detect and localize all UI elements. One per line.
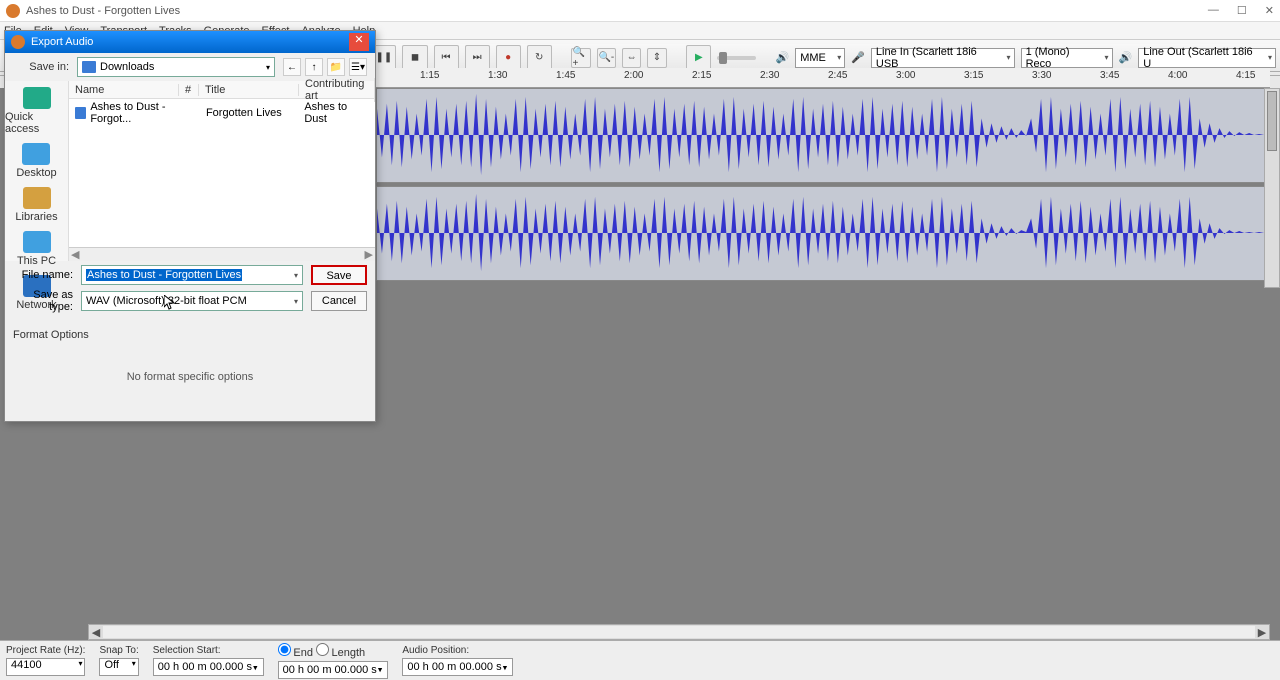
close-button[interactable]: ✕ (1265, 4, 1274, 17)
waveform-area[interactable] (376, 88, 1270, 288)
stop-button[interactable]: ◼ (402, 45, 427, 71)
filename-input[interactable]: Ashes to Dust - Forgotten Lives (81, 265, 303, 285)
dialog-app-icon (11, 35, 25, 49)
app-icon (6, 4, 20, 18)
cancel-button[interactable]: Cancel (311, 291, 367, 311)
col-name[interactable]: Name (69, 84, 179, 96)
dialog-close-button[interactable]: ✕ (349, 33, 369, 51)
minimize-button[interactable]: — (1208, 4, 1219, 17)
scroll-right-arrow[interactable]: ▶ (1255, 626, 1269, 639)
place-libraries[interactable]: Libraries (15, 187, 57, 223)
skip-end-button[interactable]: ⏭ (465, 45, 490, 71)
audio-host-icon: 🔊 (776, 51, 790, 64)
window-titlebar: Ashes to Dust - Forgotten Lives — ☐ ✕ (0, 0, 1280, 22)
selection-start-label: Selection Start: (153, 645, 264, 656)
back-button[interactable]: ← (283, 58, 301, 76)
project-rate-label: Project Rate (Hz): (6, 645, 85, 656)
horizontal-scrollbar[interactable]: ◀ ▶ (88, 624, 1270, 640)
save-in-dropdown[interactable]: Downloads ▾ (77, 57, 275, 77)
length-radio[interactable] (316, 643, 329, 656)
up-button[interactable]: ↑ (305, 58, 323, 76)
fit-proj-button[interactable]: ⇕ (647, 48, 666, 68)
folder-icon (82, 61, 96, 73)
vertical-scrollbar[interactable] (1264, 88, 1280, 288)
save-type-label: Save as type: (13, 289, 73, 313)
project-rate-select[interactable]: 44100 (6, 658, 85, 676)
zoom-in-button[interactable]: 🔍+ (571, 48, 590, 68)
format-options-message: No format specific options (13, 371, 367, 383)
places-sidebar: Quick access Desktop Libraries This PC N… (5, 81, 69, 261)
scroll-left-arrow[interactable]: ◀ (89, 626, 103, 639)
save-in-label: Save in: (13, 61, 69, 73)
col-title[interactable]: Title (199, 84, 299, 96)
rec-dev-icon: 🎤 (851, 51, 865, 64)
place-desktop[interactable]: Desktop (16, 143, 56, 179)
file-list-header[interactable]: Name # Title Contributing art (69, 81, 375, 99)
col-num[interactable]: # (179, 84, 199, 96)
fit-sel-button[interactable]: ⇔ (622, 48, 641, 68)
place-quick-access[interactable]: Quick access (5, 87, 68, 135)
speed-slider[interactable] (717, 56, 755, 60)
loop-button[interactable]: ↻ (527, 45, 552, 71)
zoom-out-button[interactable]: 🔍- (597, 48, 616, 68)
save-button[interactable]: Save (311, 265, 367, 285)
file-list-hscroll[interactable]: ◀▶ (69, 247, 375, 261)
waveform-left[interactable] (376, 88, 1270, 183)
play-dev-icon: 🔊 (1119, 51, 1133, 64)
export-audio-dialog: Export Audio ✕ Save in: Downloads ▾ ← ↑ … (4, 30, 376, 422)
play-device-dropdown[interactable]: Line Out (Scarlett 18i6 U (1138, 48, 1276, 68)
audio-position-label: Audio Position: (402, 645, 513, 656)
place-this-pc[interactable]: This PC (17, 231, 56, 267)
skip-start-button[interactable]: ⏮ (434, 45, 459, 71)
filename-label: File name: (13, 269, 73, 281)
dialog-title: Export Audio (31, 36, 349, 48)
dialog-titlebar[interactable]: Export Audio ✕ (5, 31, 375, 53)
record-channels-dropdown[interactable]: 1 (Mono) Reco (1021, 48, 1113, 68)
end-radio[interactable] (278, 643, 291, 656)
selection-end-field[interactable]: 00 h 00 m 00.000 s▾ (278, 661, 389, 679)
play-button[interactable]: ▶ (686, 45, 711, 71)
waveform-right[interactable] (376, 186, 1270, 281)
file-icon (75, 107, 86, 119)
file-list[interactable]: Name # Title Contributing art Ashes to D… (69, 81, 375, 261)
view-menu-button[interactable]: ☰▾ (349, 58, 367, 76)
snap-to-select[interactable]: Off (99, 658, 138, 676)
status-bar: Project Rate (Hz): 44100 Snap To: Off Se… (0, 640, 1280, 680)
new-folder-button[interactable]: 📁 (327, 58, 345, 76)
record-device-dropdown[interactable]: Line In (Scarlett 18i6 USB (871, 48, 1015, 68)
save-type-dropdown[interactable]: WAV (Microsoft) 32-bit float PCM (81, 291, 303, 311)
audio-host-dropdown[interactable]: MME (795, 48, 845, 68)
timeline-ruler[interactable]: 1:15 1:30 1:45 2:00 2:15 2:30 2:45 3:00 … (376, 68, 1270, 88)
audio-position-field[interactable]: 00 h 00 m 00.000 s▾ (402, 658, 513, 676)
format-options-header: Format Options (13, 329, 367, 341)
maximize-button[interactable]: ☐ (1237, 4, 1247, 17)
col-artist[interactable]: Contributing art (299, 78, 375, 102)
record-button[interactable]: ● (496, 45, 521, 71)
selection-start-field[interactable]: 00 h 00 m 00.000 s▾ (153, 658, 264, 676)
snap-to-label: Snap To: (99, 645, 138, 656)
window-title: Ashes to Dust - Forgotten Lives (26, 5, 1208, 17)
selection-end-length-label: End Length (278, 643, 389, 659)
file-row[interactable]: Ashes to Dust - Forgot... Forgotten Live… (69, 99, 375, 127)
